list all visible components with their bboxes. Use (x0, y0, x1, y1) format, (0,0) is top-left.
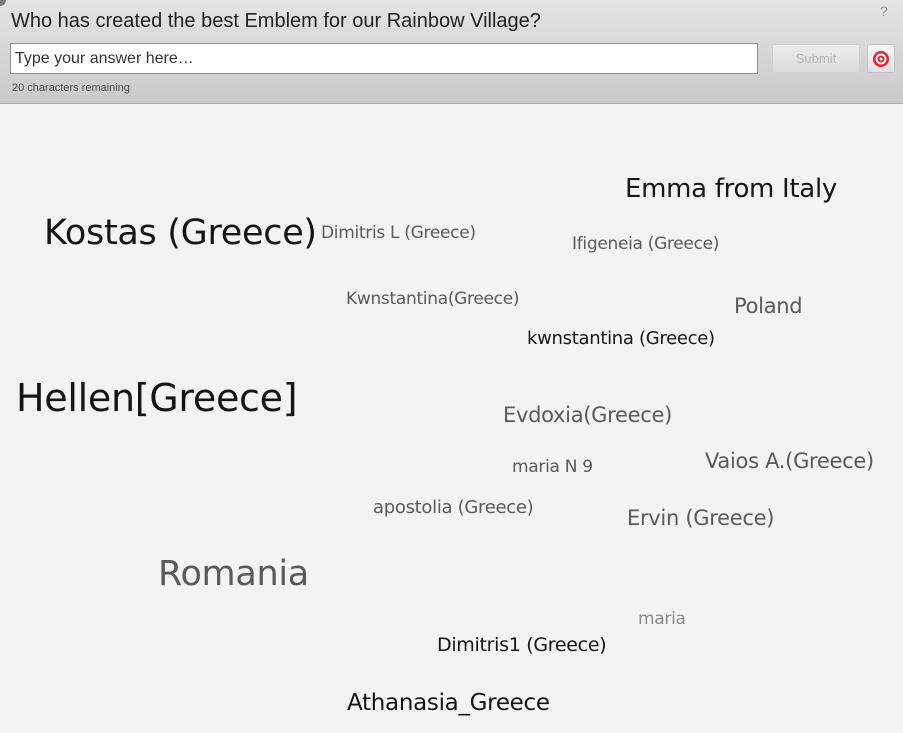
cloud-word-ifigeneia-greece: Ifigeneia (Greece) (572, 234, 720, 254)
target-button[interactable] (867, 44, 895, 73)
cloud-word-dimitris1-greece: Dimitris1 (Greece) (437, 634, 607, 656)
corner-marker (0, 0, 6, 6)
word-cloud: Emma from Italy Kostas (Greece) Dimitris… (0, 105, 903, 733)
cloud-word-kostas-greece: Kostas (Greece) (44, 213, 317, 253)
cloud-word-kwnstantina-greece-2: kwnstantina (Greece) (527, 328, 715, 349)
cloud-word-vaios-a-greece: Vaios A.(Greece) (705, 449, 874, 473)
cloud-word-emma-from-italy: Emma from Italy (625, 174, 837, 204)
cloud-word-apostolia-greece: apostolia (Greece) (373, 497, 534, 518)
answer-header: Who has created the best Emblem for our … (0, 0, 903, 104)
help-link[interactable]: ? (880, 3, 888, 19)
cloud-word-romania: Romania (158, 554, 309, 594)
cloud-word-hellen-greece: Hellen[Greece] (16, 376, 298, 420)
cloud-word-maria-n-9: maria N 9 (512, 457, 593, 477)
cloud-word-kwnstantina-greece-1: Kwnstantina(Greece) (346, 289, 520, 309)
target-icon (873, 50, 889, 67)
question-title: Who has created the best Emblem for our … (11, 10, 541, 32)
characters-remaining: 20 characters remaining (12, 82, 131, 94)
cloud-word-maria: maria (638, 609, 686, 629)
cloud-word-evdoxia-greece: Evdoxia(Greece) (503, 403, 672, 427)
cloud-word-dimitris-l-greece: Dimitris L (Greece) (321, 223, 476, 243)
cloud-word-athanasia-greece: Athanasia_Greece (347, 690, 550, 716)
cloud-word-poland: Poland (734, 294, 803, 318)
submit-button[interactable]: Submit (772, 44, 860, 73)
cloud-word-ervin-greece: Ervin (Greece) (627, 506, 775, 530)
answer-input[interactable] (10, 43, 758, 74)
